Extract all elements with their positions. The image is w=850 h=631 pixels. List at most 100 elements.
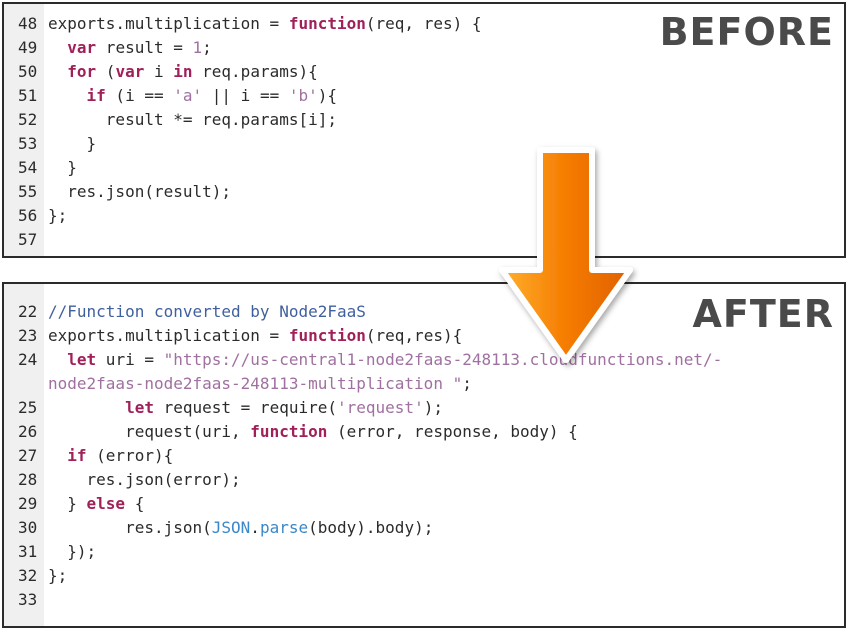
code-token: (req, res) { [365,14,482,33]
code-token: . [250,518,260,537]
code-token: var [67,38,97,57]
code-token: 'request' [337,398,424,417]
code-text: } else { [48,492,144,516]
code-text: if (i == 'a' || i == 'b'){ [48,84,337,108]
line-number: 24 [18,350,38,369]
line-number: 23 [18,326,38,345]
code-token: res.json(result); [48,182,232,201]
line-number: 22 [18,302,38,321]
code-panel-after: 22 //Function converted by Node2FaaS 23 exp… [2,282,846,628]
code-text: exports.multiplication = function(req,re… [48,324,462,348]
code-token: ); [423,398,443,417]
code-text: exports.multiplication = function(req, r… [48,12,481,36]
code-token: }); [48,542,97,561]
code-token: res.json( [48,518,212,537]
code-token: node2faas-node2faas-248113-multiplicatio… [48,374,463,393]
code-token: for [67,62,97,81]
code-token: (req,res){ [365,326,463,345]
line-number: 53 [18,134,38,153]
code-line: 29 } else { [4,492,844,516]
code-token: else [86,494,126,513]
line-number: 27 [18,446,38,465]
code-text: }; [48,564,67,588]
code-text: res.json(JSON.parse(body).body); [48,516,433,540]
line-number: 32 [18,566,38,585]
code-line: 26 request(uri, function (error, respons… [4,420,844,444]
code-token: function [288,326,366,345]
code-line: 53 } [4,132,844,156]
code-line: 32}; [4,564,844,588]
line-number: 50 [18,62,38,81]
line-number: 51 [18,86,38,105]
code-token: } [48,134,97,153]
code-line: 25 let request = require('request'); [4,396,844,420]
code-text: } [48,156,77,180]
line-number: 29 [18,494,38,513]
code-token: exports.multiplication = [48,326,289,345]
code-token: request(uri, [48,422,251,441]
code-text: request(uri, function (error, response, … [48,420,578,444]
line-number: 57 [18,230,38,249]
code-token: request = require( [153,398,337,417]
code-text: }); [48,540,96,564]
code-token: function [250,422,328,441]
code-line: 54 } [4,156,844,180]
code-token: exports.multiplication = [48,14,289,33]
code-token: 1 [192,38,203,57]
code-token: ( [96,62,116,81]
line-number: 56 [18,206,38,225]
line-number: 25 [18,398,38,417]
code-token: let [125,398,154,417]
code-token: }; [48,566,68,585]
code-token: } [48,494,87,513]
code-text: if (error){ [48,444,173,468]
code-line: 30 res.json(JSON.parse(body).body); [4,516,844,540]
code-text: }; [48,204,67,228]
code-line: 33 [4,588,844,612]
code-token: result *= req.params[i]; [48,110,337,129]
code-text: var result = 1; [48,36,212,60]
line-number: 52 [18,110,38,129]
code-token: if [86,86,106,105]
code-text: node2faas-node2faas-248113-multiplicatio… [48,372,472,396]
code-line: 31 }); [4,540,844,564]
code-line: 56}; [4,204,844,228]
code-line: 28 res.json(error); [4,468,844,492]
code-text: res.json(result); [48,180,231,204]
code-text: for (var i in req.params){ [48,60,318,84]
line-number: 31 [18,542,38,561]
code-token: { [125,494,145,513]
line-number: 49 [18,38,38,57]
code-token: req.params){ [192,62,318,81]
code-panel-before: 48 exports.multiplication = function(req,… [2,2,846,258]
line-number: 33 [18,590,38,609]
before-label: BEFORE [659,10,834,54]
code-text: //Function converted by Node2FaaS [48,300,366,324]
code-line: node2faas-node2faas-248113-multiplicatio… [4,372,844,396]
code-token: 'a' [173,86,203,105]
code-text: } [48,132,97,156]
code-line: 57 [4,228,844,252]
code-token: let [67,350,97,369]
code-line: 50 for (var i in req.params){ [4,60,844,84]
code-token: (error, response, body) { [327,422,578,441]
code-token: || i == [202,86,289,105]
code-text: res.json(error); [48,468,241,492]
code-token: ){ [317,86,338,105]
code-line: 55 res.json(result); [4,180,844,204]
code-token: function [288,14,366,33]
code-token: (body).body); [308,518,434,537]
line-number: 26 [18,422,38,441]
code-token: } [48,158,77,177]
line-number: 55 [18,182,38,201]
line-number: 30 [18,518,38,537]
code-token: in [173,62,193,81]
code-token: i [144,62,174,81]
code-token: ; [462,374,472,393]
code-line: 51 if (i == 'a' || i == 'b'){ [4,84,844,108]
code-token: }; [48,206,68,225]
